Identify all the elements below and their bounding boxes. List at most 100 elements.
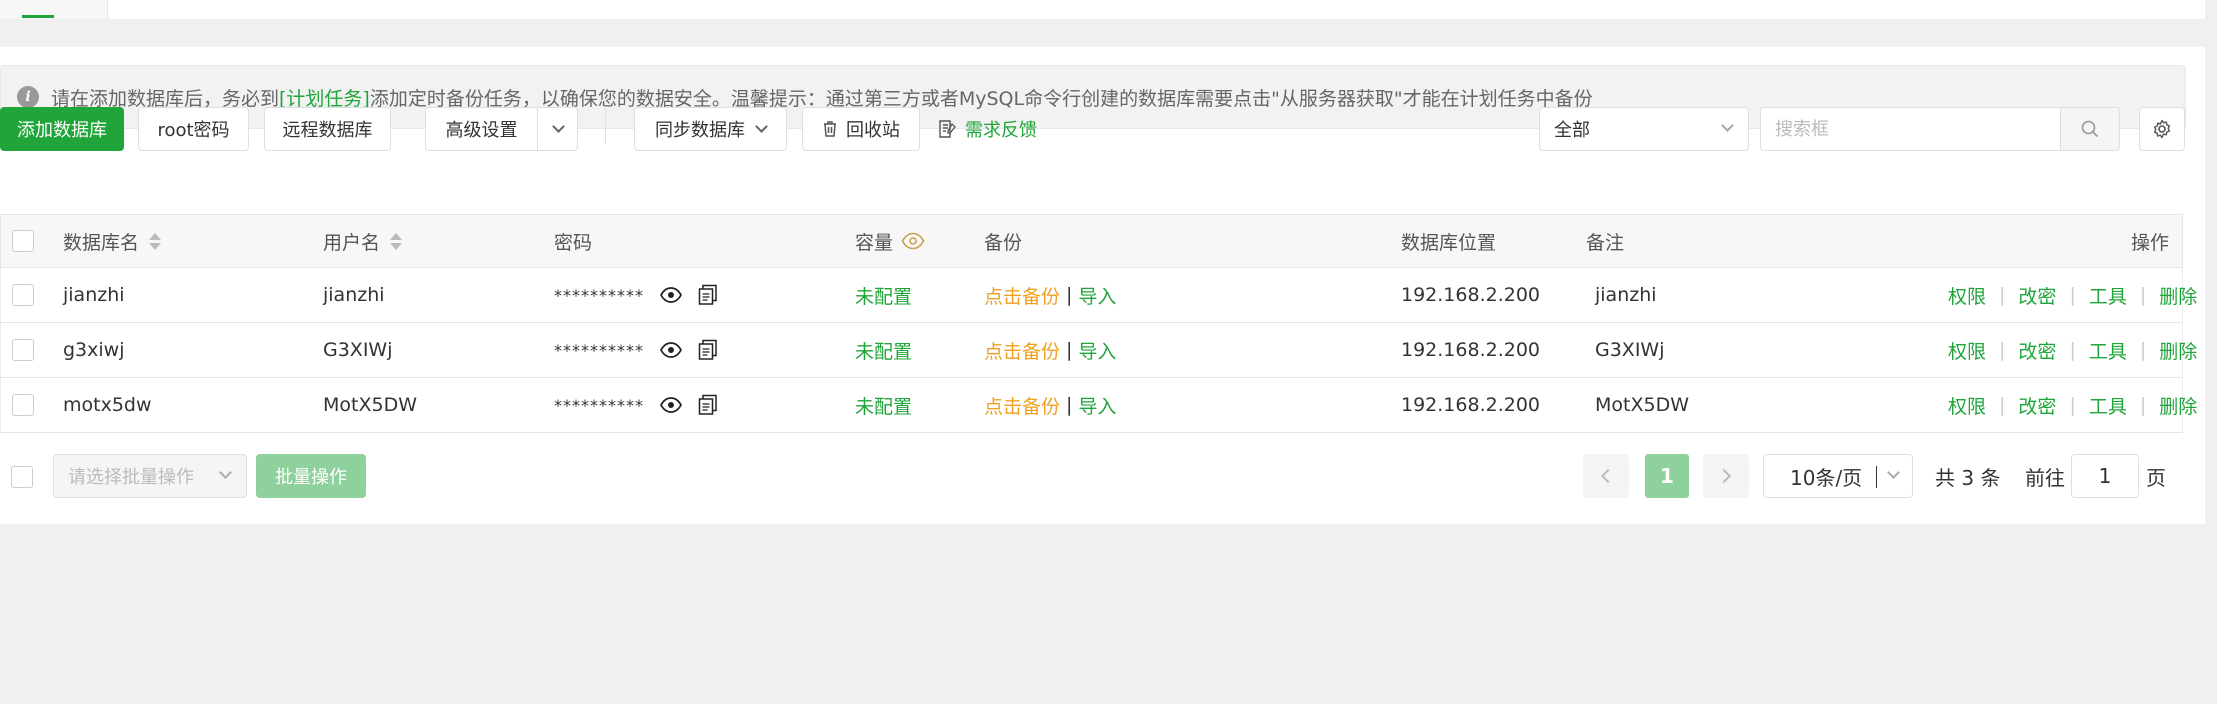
show-password-button[interactable]	[660, 342, 682, 358]
password-mask: **********	[554, 395, 644, 415]
delete-link[interactable]: 删除	[2159, 392, 2197, 419]
header-db-name[interactable]: 数据库名	[63, 215, 162, 267]
tools-link[interactable]: 工具	[2089, 392, 2127, 419]
location-cell: 192.168.2.200	[1401, 284, 1541, 306]
copy-password-button[interactable]	[698, 284, 718, 306]
advanced-settings-dropdown[interactable]	[538, 108, 578, 150]
advanced-settings-button[interactable]: 高级设置	[426, 108, 537, 150]
remark-cell[interactable]: MotX5DW	[1595, 378, 1689, 432]
divider: |	[1066, 284, 1073, 306]
header-remark: 备注	[1586, 231, 1625, 254]
chevron-down-icon	[1887, 466, 1900, 479]
permission-link[interactable]: 权限	[1948, 392, 1986, 419]
db-name-cell: jianzhi	[63, 284, 125, 306]
table-row: jianzhi jianzhi ********** 未配置 点击备份 | 导入 1…	[0, 268, 2197, 323]
current-page-button[interactable]: 1	[1645, 454, 1689, 498]
root-password-button[interactable]: root密码	[138, 107, 249, 151]
capacity-cell[interactable]: 未配置	[855, 323, 912, 377]
advanced-settings-split-button: 高级设置	[425, 107, 578, 151]
show-password-button[interactable]	[660, 287, 682, 303]
batch-operation-button[interactable]: 批量操作	[256, 454, 366, 498]
top-tab-active[interactable]	[0, 0, 108, 19]
sort-icon[interactable]	[390, 232, 403, 250]
backup-cell: 点击备份 | 导入	[984, 268, 1116, 322]
change-password-link[interactable]: 改密	[2018, 337, 2056, 364]
import-link[interactable]: 导入	[1078, 282, 1116, 309]
add-database-button[interactable]: 添加数据库	[0, 107, 124, 151]
top-tab-strip	[0, 0, 2205, 19]
header-password: 密码	[554, 231, 593, 254]
select-all-checkbox[interactable]	[12, 230, 34, 252]
header-backup: 备份	[984, 231, 1023, 254]
copy-password-button[interactable]	[698, 394, 718, 416]
remark-cell[interactable]: G3XIWj	[1595, 323, 1665, 377]
backup-link[interactable]: 点击备份	[984, 282, 1060, 309]
capacity-cell[interactable]: 未配置	[855, 268, 912, 322]
tools-link[interactable]: 工具	[2089, 282, 2127, 309]
table-row: motx5dw MotX5DW ********** 未配置 点击备份 | 导入 1…	[0, 378, 2197, 433]
import-link[interactable]: 导入	[1078, 337, 1116, 364]
eye-icon	[660, 342, 682, 358]
remark-cell[interactable]: jianzhi	[1595, 268, 1657, 322]
capacity-cell[interactable]: 未配置	[855, 378, 912, 432]
db-name-cell: g3xiwj	[63, 339, 125, 361]
password-cell: **********	[554, 323, 718, 377]
sort-icon[interactable]	[149, 232, 162, 250]
goto-label: 前往	[2025, 465, 2065, 490]
recycle-bin-button[interactable]: 回收站	[802, 107, 920, 151]
backup-cell: 点击备份 | 导入	[984, 323, 1116, 377]
row-checkbox[interactable]	[12, 284, 34, 306]
search-button[interactable]	[2060, 107, 2120, 151]
chevron-right-icon	[1716, 468, 1732, 484]
header-username[interactable]: 用户名	[323, 215, 403, 267]
row-checkbox[interactable]	[12, 394, 34, 416]
tools-link[interactable]: 工具	[2089, 337, 2127, 364]
copy-password-button[interactable]	[698, 339, 718, 361]
search-input[interactable]	[1760, 107, 2060, 151]
sync-database-label: 同步数据库	[655, 120, 745, 141]
import-link[interactable]: 导入	[1078, 392, 1116, 419]
remote-database-button[interactable]: 远程数据库	[264, 107, 391, 151]
gear-icon	[2153, 119, 2171, 139]
text-cursor	[1876, 466, 1877, 488]
password-mask: **********	[554, 285, 644, 305]
next-page-button[interactable]	[1703, 454, 1749, 498]
feedback-label: 需求反馈	[965, 120, 1037, 141]
change-password-link[interactable]: 改密	[2018, 392, 2056, 419]
eye-premium-icon[interactable]	[901, 232, 925, 250]
backup-link[interactable]: 点击备份	[984, 392, 1060, 419]
edit-note-icon	[939, 120, 956, 138]
delete-link[interactable]: 删除	[2159, 337, 2197, 364]
chevron-down-icon	[755, 120, 768, 133]
divider: |	[2139, 284, 2147, 306]
row-checkbox[interactable]	[12, 339, 34, 361]
actions-cell: 权限 | 改密 | 工具 | 删除	[1948, 378, 2197, 432]
table-header-row: 数据库名 用户名 密码 容量 备份 数据库位置 备注 操作	[0, 214, 2183, 268]
filter-select[interactable]: 全部	[1539, 107, 1749, 151]
divider: |	[2069, 394, 2076, 416]
active-tab-indicator	[22, 15, 54, 18]
username-cell: MotX5DW	[323, 394, 417, 416]
password-cell: **********	[554, 268, 718, 322]
settings-button[interactable]	[2139, 107, 2185, 151]
show-password-button[interactable]	[660, 397, 682, 413]
sync-database-button[interactable]: 同步数据库	[634, 107, 787, 151]
eye-icon	[660, 397, 682, 413]
header-actions: 操作	[2131, 231, 2170, 254]
page-size-value: 10条/页	[1790, 465, 1863, 490]
permission-link[interactable]: 权限	[1948, 337, 1986, 364]
header-db-name-label: 数据库名	[63, 231, 140, 254]
prev-page-button[interactable]	[1583, 454, 1629, 498]
change-password-link[interactable]: 改密	[2018, 282, 2056, 309]
backup-cell: 点击备份 | 导入	[984, 378, 1116, 432]
page-size-select[interactable]: 10条/页	[1763, 454, 1913, 498]
batch-select-checkbox[interactable]	[11, 466, 33, 488]
feedback-button[interactable]: 需求反馈	[938, 107, 1048, 151]
batch-operation-select[interactable]: 请选择批量操作	[53, 454, 247, 498]
permission-link[interactable]: 权限	[1948, 282, 1986, 309]
backup-link[interactable]: 点击备份	[984, 337, 1060, 364]
copy-icon	[698, 339, 717, 360]
goto-page-input[interactable]	[2071, 454, 2139, 498]
db-name-cell: motx5dw	[63, 394, 152, 416]
delete-link[interactable]: 删除	[2159, 282, 2197, 309]
